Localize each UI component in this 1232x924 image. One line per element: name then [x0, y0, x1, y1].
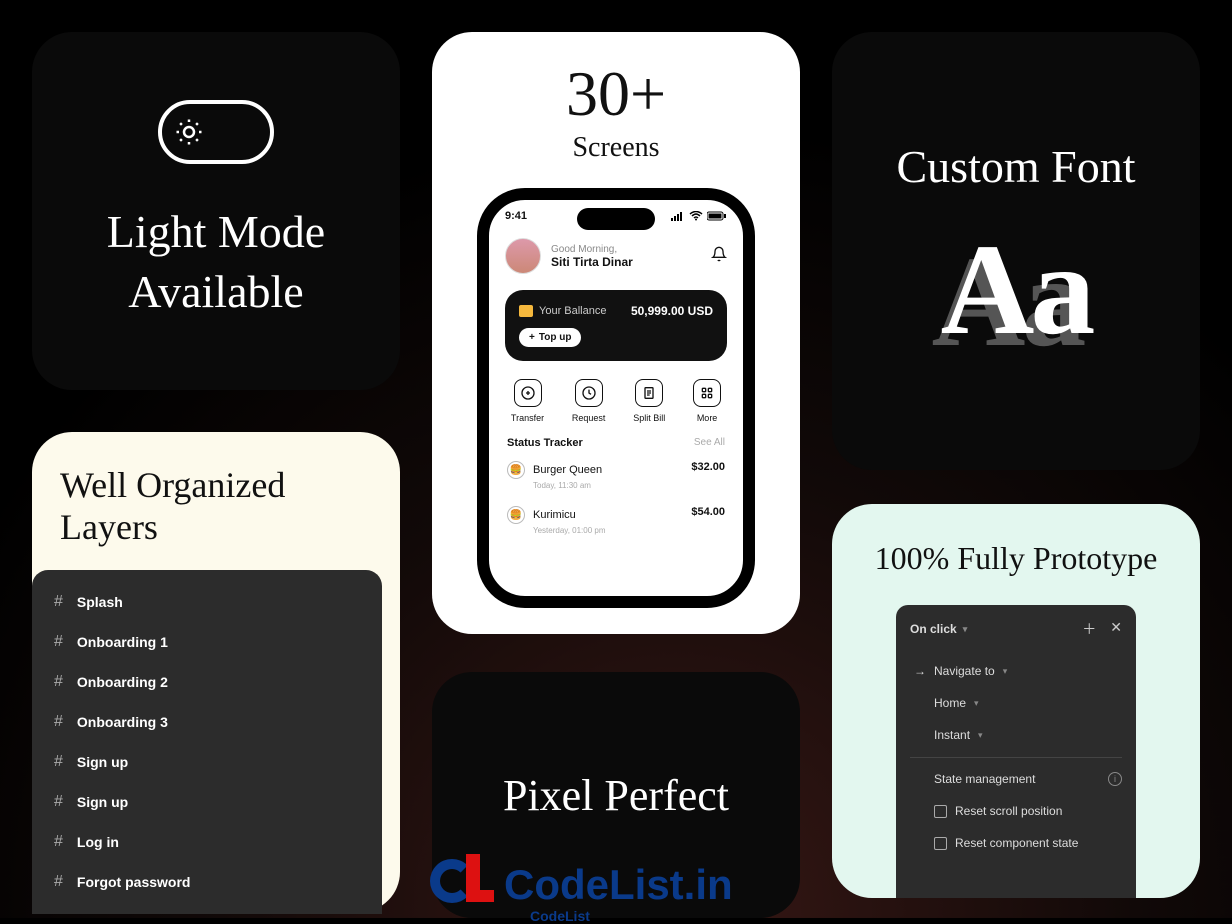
trigger-dropdown[interactable]: On click▾	[910, 622, 967, 636]
watermark-sub: CodeList	[530, 908, 590, 924]
status-time: 9:41	[505, 210, 527, 222]
phone-header: Good Morning, Siti Tirta Dinar	[489, 222, 743, 284]
prototype-panel: On click▾ ＋ ✕ →Navigate to▾ Home▾ Instan…	[896, 605, 1136, 898]
layers-card: Well Organized Layers #Splash #Onboardin…	[32, 432, 400, 912]
checkbox-icon	[934, 837, 947, 850]
chevron-down-icon: ▾	[974, 698, 979, 709]
light-mode-toggle[interactable]	[158, 100, 274, 164]
wifi-icon	[689, 211, 703, 221]
greeting: Good Morning,	[551, 244, 633, 255]
burger-icon: 🍔	[507, 506, 525, 524]
burger-icon: 🍔	[507, 461, 525, 479]
balance-card: Your Ballance 50,999.00 USD +Top up	[505, 290, 727, 361]
frame-icon: #	[54, 713, 63, 731]
plus-icon: +	[529, 332, 535, 343]
action-row[interactable]: →Navigate to▾	[910, 655, 1122, 687]
reset-scroll-checkbox[interactable]: Reset scroll position	[910, 795, 1122, 827]
animation-row[interactable]: Instant▾	[910, 719, 1122, 751]
bell-icon[interactable]	[711, 246, 727, 267]
pixel-perfect-title: Pixel Perfect	[503, 770, 729, 821]
font-sample: Aa Aa	[941, 215, 1092, 365]
prototype-title: 100% Fully Prototype	[875, 540, 1158, 577]
avatar[interactable]	[505, 238, 541, 274]
sun-icon	[172, 115, 206, 149]
state-mgmt-label: State managementi	[910, 757, 1122, 795]
layer-item[interactable]: #Log in	[32, 822, 382, 862]
light-mode-card: Light Mode Available	[32, 32, 400, 390]
light-mode-title: Light Mode Available	[32, 202, 400, 322]
close-icon[interactable]: ✕	[1110, 619, 1122, 639]
add-icon[interactable]: ＋	[1082, 619, 1096, 639]
chevron-down-icon: ▾	[963, 624, 968, 635]
username: Siti Tirta Dinar	[551, 255, 633, 269]
frame-icon: #	[54, 673, 63, 691]
status-icons	[671, 210, 727, 222]
transaction-item[interactable]: 🍔Burger Queen$32.00 Today, 11:30 am	[489, 451, 743, 496]
layer-item[interactable]: #Onboarding 1	[32, 622, 382, 662]
transfer-action[interactable]: Transfer	[511, 379, 544, 423]
layers-panel: #Splash #Onboarding 1 #Onboarding 2 #Onb…	[32, 570, 382, 914]
screens-sub: Screens	[572, 132, 659, 164]
more-action[interactable]: More	[693, 379, 721, 423]
tracker-title: Status Tracker	[507, 437, 583, 449]
actions-row: Transfer Request Split Bill More	[489, 367, 743, 435]
custom-font-card: Custom Font Aa Aa	[832, 32, 1200, 470]
watermark-logo	[430, 858, 494, 912]
watermark: CodeList.in CodeList	[430, 858, 733, 912]
layer-item[interactable]: #Sign up	[32, 742, 382, 782]
phone-mockup: 9:41 Good Morning, Siti Tirta Dinar Your…	[477, 188, 755, 608]
chevron-down-icon: ▾	[1003, 666, 1008, 677]
reset-state-checkbox[interactable]: Reset component state	[910, 827, 1122, 859]
layer-item[interactable]: #Sign up	[32, 782, 382, 822]
frame-icon: #	[54, 833, 63, 851]
frame-icon: #	[54, 753, 63, 771]
screens-count: 30+	[566, 62, 666, 126]
prototype-card: 100% Fully Prototype On click▾ ＋ ✕ →Navi…	[832, 504, 1200, 898]
frame-icon: #	[54, 793, 63, 811]
phone-notch	[577, 208, 655, 230]
info-icon[interactable]: i	[1108, 772, 1122, 786]
frame-icon: #	[54, 873, 63, 891]
wallet-icon	[519, 305, 533, 317]
frame-icon: #	[54, 633, 63, 651]
checkbox-icon	[934, 805, 947, 818]
see-all-link[interactable]: See All	[694, 437, 725, 449]
balance-amount: 50,999.00 USD	[631, 304, 713, 318]
layer-item[interactable]: #Onboarding 3	[32, 702, 382, 742]
screens-card: 30+ Screens 9:41 Good Morning, Siti Tirt…	[432, 32, 800, 634]
layer-item[interactable]: #Forgot password	[32, 862, 382, 902]
layers-title: Well Organized Layers	[32, 464, 400, 570]
destination-row[interactable]: Home▾	[910, 687, 1122, 719]
balance-label: Your Ballance	[539, 305, 606, 317]
battery-icon	[707, 211, 727, 221]
arrow-icon: →	[914, 664, 926, 678]
split-bill-action[interactable]: Split Bill	[633, 379, 665, 423]
custom-font-title: Custom Font	[896, 137, 1135, 197]
layer-item[interactable]: #Splash	[32, 582, 382, 622]
layer-item[interactable]: #Onboarding 2	[32, 662, 382, 702]
frame-icon: #	[54, 593, 63, 611]
transaction-item[interactable]: 🍔Kurimicu$54.00 Yesterday, 01:00 pm	[489, 496, 743, 541]
chevron-down-icon: ▾	[978, 730, 983, 741]
topup-button[interactable]: +Top up	[519, 328, 581, 347]
request-action[interactable]: Request	[572, 379, 606, 423]
tracker-header: Status Tracker See All	[489, 435, 743, 451]
watermark-text: CodeList.in	[504, 861, 733, 909]
signal-icon	[671, 211, 685, 221]
